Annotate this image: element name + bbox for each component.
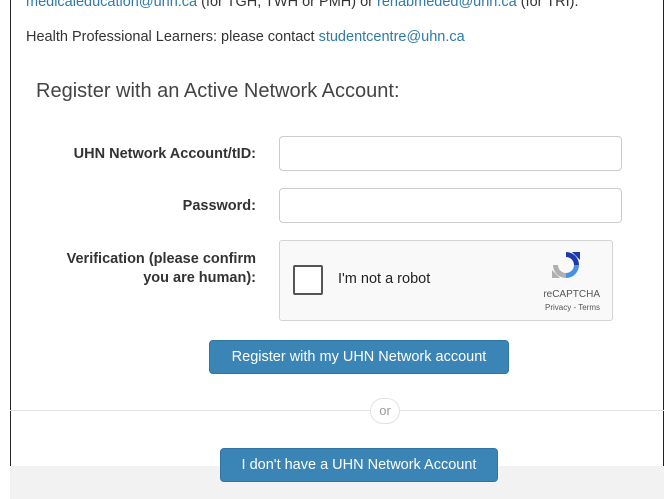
password-label: Password: — [182, 198, 256, 214]
medicaleducation-email-link[interactable]: medicaleducation@uhn.ca — [26, 0, 197, 10]
recaptcha-label: I'm not a robot — [338, 271, 431, 287]
or-divider-line — [10, 410, 664, 411]
recaptcha-widget: I'm not a robot reCAPTCHA Privacy - Term… — [279, 240, 613, 321]
notice-text-1: (for TGH, TWH or PMH) or — [197, 0, 378, 10]
recaptcha-checkbox[interactable] — [293, 265, 323, 295]
registration-panel — [10, 0, 664, 466]
contact-notice-line2: Health Professional Learners: please con… — [26, 28, 465, 46]
section-heading: Register with an Active Network Account: — [36, 80, 400, 102]
contact-notice-line1: medicaleducation@uhn.ca (for TGH, TWH or… — [26, 0, 578, 11]
recaptcha-logo-icon — [552, 252, 580, 278]
left-margin — [0, 0, 10, 499]
recaptcha-brand: reCAPTCHA — [543, 289, 600, 300]
notice-text-3: Health Professional Learners: please con… — [26, 29, 319, 45]
or-separator: or — [370, 398, 400, 424]
verification-label-line2: you are human): — [143, 270, 256, 286]
account-label: UHN Network Account/tID: — [73, 146, 256, 162]
account-input[interactable] — [279, 136, 622, 171]
recaptcha-privacy-terms[interactable]: Privacy - Terms — [545, 303, 600, 312]
notice-text-2: (for TRI). — [516, 0, 579, 10]
studentcentre-email-link[interactable]: studentcentre@uhn.ca — [319, 29, 465, 45]
verification-label-line1: Verification (please confirm — [66, 251, 256, 267]
password-input[interactable] — [279, 188, 622, 223]
renabmeded-email-link[interactable]: renabmeded@uhn.ca — [377, 0, 517, 10]
verification-label: Verification (please confirm you are hum… — [16, 250, 256, 288]
no-network-account-button[interactable]: I don't have a UHN Network Account — [220, 448, 498, 482]
register-network-button[interactable]: Register with my UHN Network account — [209, 340, 509, 374]
